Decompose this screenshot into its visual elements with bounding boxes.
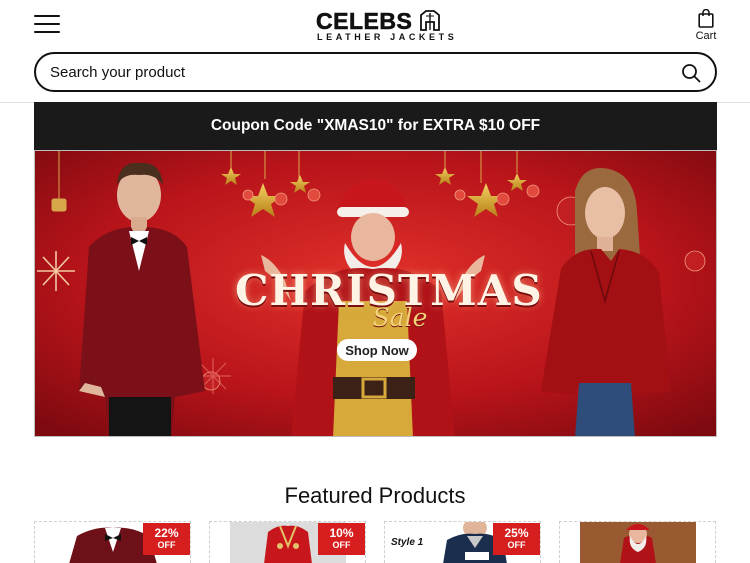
product-image-santa-costume (580, 522, 696, 563)
product-card[interactable]: 22% OFF (34, 521, 191, 563)
site-logo[interactable]: CELEBS LEATHER JACKETS (314, 8, 454, 44)
featured-products-heading: Featured Products (284, 483, 466, 508)
product-card[interactable]: 10% OFF (209, 521, 366, 563)
shopping-bag-icon (698, 9, 714, 28)
shop-now-button[interactable]: Shop Now (337, 339, 417, 361)
coupon-banner: Coupon Code "XMAS10" for EXTRA $10 OFF (34, 102, 717, 150)
search-bar (34, 52, 717, 92)
christmas-sale-banner[interactable]: CHRISTMAS Sale Shop Now (34, 150, 717, 437)
site-header: CELEBS LEATHER JACKETS Cart (0, 0, 750, 103)
search-input[interactable] (50, 62, 660, 82)
discount-badge: 22% OFF (143, 523, 190, 555)
discount-badge: 10% OFF (318, 523, 365, 555)
product-card[interactable]: Style 1 25% OFF (384, 521, 541, 563)
style-label: Style 1 (391, 537, 424, 548)
product-card[interactable] (559, 521, 716, 563)
logo-wordmark: CELEBS (316, 8, 413, 35)
cart-label: Cart (695, 30, 717, 42)
cart-button[interactable]: Cart (692, 9, 720, 43)
logo-tagline: LEATHER JACKETS (317, 32, 458, 42)
search-icon[interactable] (681, 63, 701, 83)
hamburger-menu-icon[interactable] (34, 15, 60, 33)
coupon-text: Coupon Code "XMAS10" for EXTRA $10 OFF (210, 117, 541, 134)
leather-jacket-icon (420, 10, 440, 31)
banner-subtitle: Sale (372, 303, 428, 332)
discount-badge: 25% OFF (493, 523, 540, 555)
